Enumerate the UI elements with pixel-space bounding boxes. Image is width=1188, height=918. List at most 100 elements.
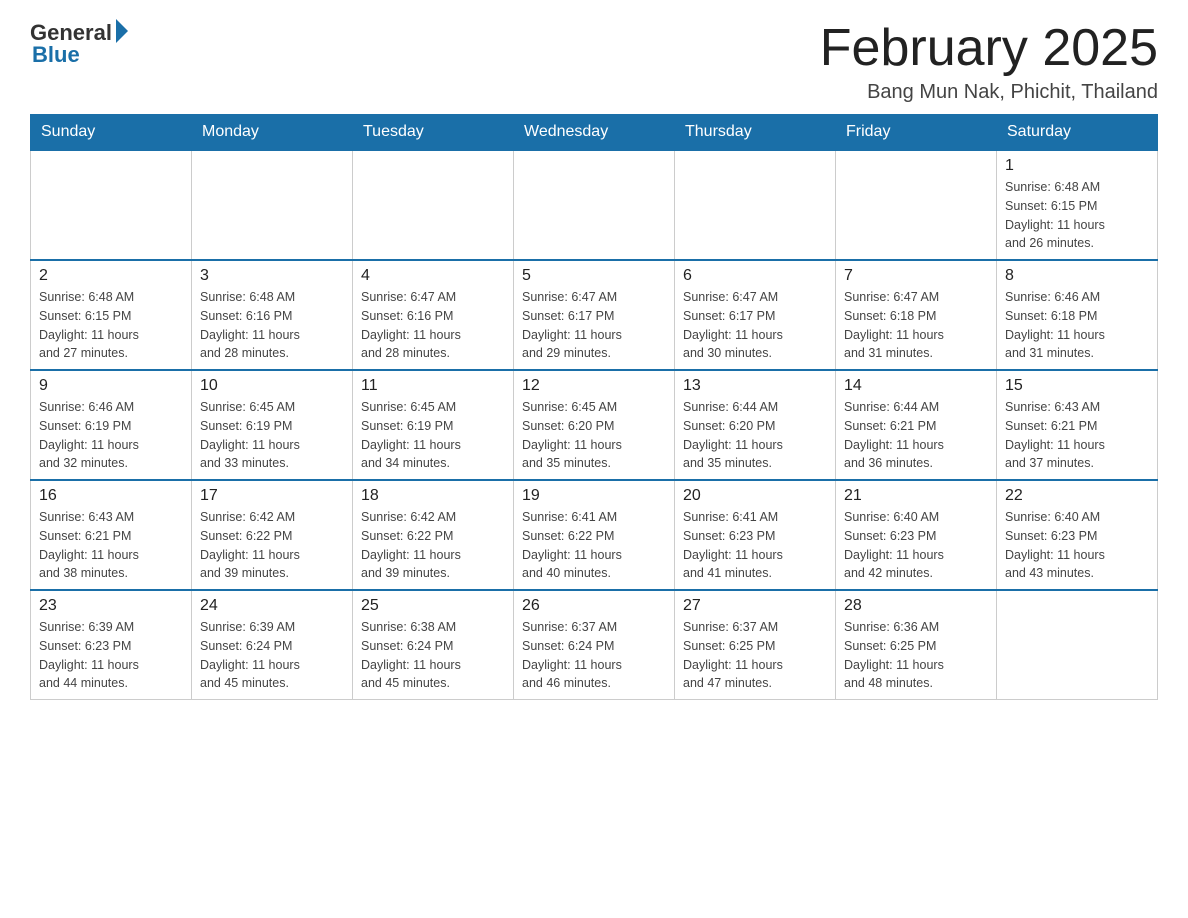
calendar-cell: 10Sunrise: 6:45 AM Sunset: 6:19 PM Dayli…	[192, 370, 353, 480]
column-header-tuesday: Tuesday	[353, 115, 514, 151]
calendar-week-row: 2 Sunrise: 6:48 AM Sunset: 6:15 PM Daylig…	[31, 260, 1158, 370]
day-info: Sunrise: 6:46 AM Sunset: 6:19 PM Dayligh…	[39, 398, 183, 473]
day-info: Sunrise: 6:45 AM Sunset: 6:19 PM Dayligh…	[200, 398, 344, 473]
calendar-cell: 26Sunrise: 6:37 AM Sunset: 6:24 PM Dayli…	[514, 590, 675, 700]
day-number: 7	[844, 267, 988, 285]
calendar-cell: 9 Sunrise: 6:46 AM Sunset: 6:19 PM Daylig…	[31, 370, 192, 480]
day-number: 8	[1005, 267, 1149, 285]
day-number: 16	[39, 487, 183, 505]
day-info: Sunrise: 6:39 AM Sunset: 6:23 PM Dayligh…	[39, 618, 183, 693]
day-info: Sunrise: 6:42 AM Sunset: 6:22 PM Dayligh…	[200, 508, 344, 583]
calendar-cell	[353, 150, 514, 260]
day-number: 14	[844, 377, 988, 395]
column-header-monday: Monday	[192, 115, 353, 151]
day-info: Sunrise: 6:44 AM Sunset: 6:20 PM Dayligh…	[683, 398, 827, 473]
day-number: 26	[522, 597, 666, 615]
calendar-cell: 14 Sunrise: 6:44 AM Sunset: 6:21 PM Dayli…	[836, 370, 997, 480]
day-info: Sunrise: 6:47 AM Sunset: 6:17 PM Dayligh…	[683, 288, 827, 363]
column-header-thursday: Thursday	[675, 115, 836, 151]
day-number: 3	[200, 267, 344, 285]
day-number: 24	[200, 597, 344, 615]
logo-blue-text: Blue	[32, 42, 80, 68]
day-number: 27	[683, 597, 827, 615]
day-info: Sunrise: 6:40 AM Sunset: 6:23 PM Dayligh…	[1005, 508, 1149, 583]
calendar-cell: 27 Sunrise: 6:37 AM Sunset: 6:25 PM Dayli…	[675, 590, 836, 700]
day-info: Sunrise: 6:46 AM Sunset: 6:18 PM Dayligh…	[1005, 288, 1149, 363]
calendar-cell: 1 Sunrise: 6:48 AM Sunset: 6:15 PM Daylig…	[997, 150, 1158, 260]
day-info: Sunrise: 6:47 AM Sunset: 6:18 PM Dayligh…	[844, 288, 988, 363]
day-info: Sunrise: 6:47 AM Sunset: 6:17 PM Dayligh…	[522, 288, 666, 363]
logo: General Blue	[30, 20, 128, 68]
day-number: 12	[522, 377, 666, 395]
day-info: Sunrise: 6:48 AM Sunset: 6:15 PM Dayligh…	[39, 288, 183, 363]
calendar-week-row: 16Sunrise: 6:43 AM Sunset: 6:21 PM Dayli…	[31, 480, 1158, 590]
calendar-cell: 11 Sunrise: 6:45 AM Sunset: 6:19 PM Dayli…	[353, 370, 514, 480]
page-header: General Blue February 2025 Bang Mun Nak,…	[30, 20, 1158, 104]
day-info: Sunrise: 6:45 AM Sunset: 6:20 PM Dayligh…	[522, 398, 666, 473]
calendar-cell: 17 Sunrise: 6:42 AM Sunset: 6:22 PM Dayli…	[192, 480, 353, 590]
day-number: 1	[1005, 157, 1149, 175]
calendar-header-row: SundayMondayTuesdayWednesdayThursdayFrid…	[31, 115, 1158, 151]
calendar-cell: 5 Sunrise: 6:47 AM Sunset: 6:17 PM Daylig…	[514, 260, 675, 370]
calendar-cell	[675, 150, 836, 260]
calendar-cell: 15 Sunrise: 6:43 AM Sunset: 6:21 PM Dayli…	[997, 370, 1158, 480]
day-info: Sunrise: 6:37 AM Sunset: 6:25 PM Dayligh…	[683, 618, 827, 693]
day-number: 9	[39, 377, 183, 395]
day-number: 23	[39, 597, 183, 615]
day-info: Sunrise: 6:36 AM Sunset: 6:25 PM Dayligh…	[844, 618, 988, 693]
calendar-cell: 25Sunrise: 6:38 AM Sunset: 6:24 PM Dayli…	[353, 590, 514, 700]
calendar-cell: 6 Sunrise: 6:47 AM Sunset: 6:17 PM Daylig…	[675, 260, 836, 370]
logo-arrow-icon	[116, 19, 128, 43]
calendar-cell: 20 Sunrise: 6:41 AM Sunset: 6:23 PM Dayli…	[675, 480, 836, 590]
calendar-cell	[31, 150, 192, 260]
calendar-cell: 7 Sunrise: 6:47 AM Sunset: 6:18 PM Daylig…	[836, 260, 997, 370]
day-number: 6	[683, 267, 827, 285]
day-info: Sunrise: 6:41 AM Sunset: 6:23 PM Dayligh…	[683, 508, 827, 583]
day-info: Sunrise: 6:48 AM Sunset: 6:15 PM Dayligh…	[1005, 178, 1149, 253]
day-number: 19	[522, 487, 666, 505]
calendar-subtitle: Bang Mun Nak, Phichit, Thailand	[820, 81, 1158, 104]
calendar-cell	[192, 150, 353, 260]
title-section: February 2025 Bang Mun Nak, Phichit, Tha…	[820, 20, 1158, 104]
day-info: Sunrise: 6:44 AM Sunset: 6:21 PM Dayligh…	[844, 398, 988, 473]
calendar-week-row: 1 Sunrise: 6:48 AM Sunset: 6:15 PM Daylig…	[31, 150, 1158, 260]
day-info: Sunrise: 6:45 AM Sunset: 6:19 PM Dayligh…	[361, 398, 505, 473]
calendar-cell: 19 Sunrise: 6:41 AM Sunset: 6:22 PM Dayli…	[514, 480, 675, 590]
day-number: 22	[1005, 487, 1149, 505]
day-number: 2	[39, 267, 183, 285]
calendar-cell: 16Sunrise: 6:43 AM Sunset: 6:21 PM Dayli…	[31, 480, 192, 590]
day-info: Sunrise: 6:42 AM Sunset: 6:22 PM Dayligh…	[361, 508, 505, 583]
day-number: 17	[200, 487, 344, 505]
calendar-cell: 12 Sunrise: 6:45 AM Sunset: 6:20 PM Dayli…	[514, 370, 675, 480]
calendar-cell: 22 Sunrise: 6:40 AM Sunset: 6:23 PM Dayli…	[997, 480, 1158, 590]
day-number: 5	[522, 267, 666, 285]
day-number: 11	[361, 377, 505, 395]
day-info: Sunrise: 6:43 AM Sunset: 6:21 PM Dayligh…	[1005, 398, 1149, 473]
calendar-cell: 2 Sunrise: 6:48 AM Sunset: 6:15 PM Daylig…	[31, 260, 192, 370]
calendar-cell: 4Sunrise: 6:47 AM Sunset: 6:16 PM Daylig…	[353, 260, 514, 370]
calendar-cell: 23 Sunrise: 6:39 AM Sunset: 6:23 PM Dayli…	[31, 590, 192, 700]
calendar-cell: 28 Sunrise: 6:36 AM Sunset: 6:25 PM Dayli…	[836, 590, 997, 700]
calendar-title: February 2025	[820, 20, 1158, 77]
calendar-cell: 3Sunrise: 6:48 AM Sunset: 6:16 PM Daylig…	[192, 260, 353, 370]
column-header-friday: Friday	[836, 115, 997, 151]
day-info: Sunrise: 6:39 AM Sunset: 6:24 PM Dayligh…	[200, 618, 344, 693]
day-number: 21	[844, 487, 988, 505]
day-number: 18	[361, 487, 505, 505]
day-info: Sunrise: 6:41 AM Sunset: 6:22 PM Dayligh…	[522, 508, 666, 583]
calendar-week-row: 9 Sunrise: 6:46 AM Sunset: 6:19 PM Daylig…	[31, 370, 1158, 480]
day-number: 13	[683, 377, 827, 395]
calendar-cell	[997, 590, 1158, 700]
calendar-cell: 8 Sunrise: 6:46 AM Sunset: 6:18 PM Daylig…	[997, 260, 1158, 370]
day-number: 15	[1005, 377, 1149, 395]
day-info: Sunrise: 6:47 AM Sunset: 6:16 PM Dayligh…	[361, 288, 505, 363]
calendar-cell: 24 Sunrise: 6:39 AM Sunset: 6:24 PM Dayli…	[192, 590, 353, 700]
calendar-cell: 18 Sunrise: 6:42 AM Sunset: 6:22 PM Dayli…	[353, 480, 514, 590]
calendar-cell	[514, 150, 675, 260]
column-header-sunday: Sunday	[31, 115, 192, 151]
day-info: Sunrise: 6:38 AM Sunset: 6:24 PM Dayligh…	[361, 618, 505, 693]
calendar-cell: 21 Sunrise: 6:40 AM Sunset: 6:23 PM Dayli…	[836, 480, 997, 590]
day-info: Sunrise: 6:40 AM Sunset: 6:23 PM Dayligh…	[844, 508, 988, 583]
day-number: 20	[683, 487, 827, 505]
day-number: 28	[844, 597, 988, 615]
